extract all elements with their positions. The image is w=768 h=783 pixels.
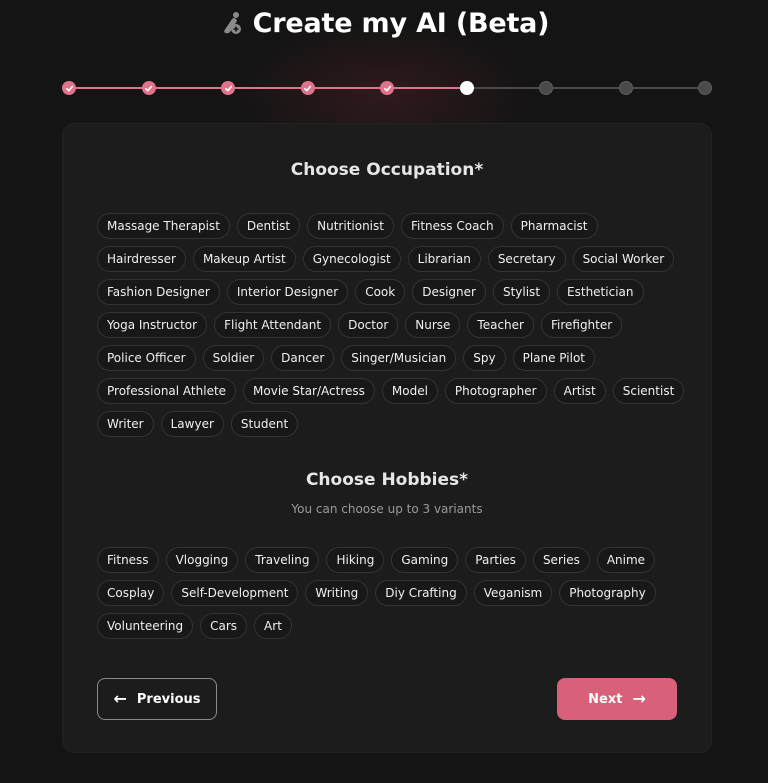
occupation-chip[interactable]: Pharmacist bbox=[510, 213, 598, 239]
occupation-chip[interactable]: Teacher bbox=[467, 312, 534, 338]
occupation-chip[interactable]: Yoga Instructor bbox=[97, 312, 208, 338]
occupation-chip[interactable]: Student bbox=[230, 411, 299, 437]
occupation-chip[interactable]: Interior Designer bbox=[226, 279, 349, 305]
occupation-chip[interactable]: Designer bbox=[412, 279, 486, 305]
occupation-chip[interactable]: Doctor bbox=[338, 312, 399, 338]
occupation-chip[interactable]: Movie Star/Actress bbox=[243, 378, 375, 404]
hobbies-options: Fitness Vlogging Traveling Hiking Gaming Part… bbox=[97, 547, 687, 639]
step-2-done bbox=[141, 81, 156, 95]
occupation-chip[interactable]: Makeup Artist bbox=[192, 246, 296, 272]
step-7-todo bbox=[539, 81, 553, 95]
hobbies-chip[interactable]: Photography bbox=[559, 580, 656, 606]
hobbies-chip[interactable]: Hiking bbox=[326, 547, 385, 573]
hobbies-chip[interactable]: Volunteering bbox=[97, 613, 194, 639]
occupation-chip[interactable]: Cook bbox=[355, 279, 406, 305]
occupation-title: Choose Occupation* bbox=[290, 160, 484, 180]
hobbies-chip[interactable]: Cosplay bbox=[97, 580, 165, 606]
occupation-chip[interactable]: Artist bbox=[553, 378, 606, 404]
occupation-chip[interactable]: Firefighter bbox=[540, 312, 623, 338]
previous-label: Previous bbox=[136, 691, 201, 707]
occupation-chip[interactable]: Scientist bbox=[612, 378, 685, 404]
stepper-connector bbox=[466, 87, 546, 89]
form-card: Choose Occupation* Massage Therapist Dent… bbox=[62, 123, 712, 753]
next-label: Next bbox=[588, 691, 623, 707]
check-icon bbox=[224, 85, 232, 91]
occupation-chip[interactable]: Librarian bbox=[407, 246, 481, 272]
hobbies-subtitle: You can choose up to 3 variants bbox=[291, 502, 483, 516]
next-button[interactable]: Next → bbox=[557, 678, 677, 720]
step-1-done bbox=[62, 81, 76, 95]
hobbies-chip[interactable]: Traveling bbox=[245, 547, 320, 573]
step-4-done bbox=[300, 81, 315, 95]
step-8-todo bbox=[618, 81, 633, 95]
occupation-chip[interactable]: Nurse bbox=[405, 312, 461, 338]
occupation-chip[interactable]: Secretary bbox=[487, 246, 566, 272]
hobbies-title: Choose Hobbies* bbox=[305, 470, 469, 490]
check-icon bbox=[65, 85, 73, 91]
hobbies-chip[interactable]: Veganism bbox=[473, 580, 553, 606]
hobbies-chip[interactable]: Art bbox=[254, 613, 292, 639]
occupation-chip[interactable]: Model bbox=[381, 378, 438, 404]
page-title: Create my AI (Beta) bbox=[252, 7, 550, 39]
occupation-chip[interactable]: Gynecologist bbox=[302, 246, 401, 272]
occupation-chip[interactable]: Fitness Coach bbox=[400, 213, 504, 239]
occupation-options: Massage Therapist Dentist Nutritionist Fitn… bbox=[97, 213, 687, 437]
hobbies-chip[interactable]: Series bbox=[532, 547, 590, 573]
occupation-chip[interactable]: Writer bbox=[97, 411, 154, 437]
progress-stepper bbox=[62, 81, 712, 95]
occupation-chip[interactable]: Stylist bbox=[492, 279, 551, 305]
occupation-chip[interactable]: Plane Pilot bbox=[512, 345, 595, 371]
occupation-chip[interactable]: Soldier bbox=[202, 345, 265, 371]
stepper-connector bbox=[148, 87, 228, 89]
hobbies-chip[interactable]: Vlogging bbox=[165, 547, 239, 573]
stepper-connector bbox=[307, 87, 387, 89]
hobbies-chip[interactable]: Gaming bbox=[391, 547, 459, 573]
hobbies-chip[interactable]: Writing bbox=[305, 580, 369, 606]
occupation-chip[interactable]: Flight Attendant bbox=[214, 312, 332, 338]
occupation-chip[interactable]: Lawyer bbox=[160, 411, 224, 437]
occupation-chip[interactable]: Social Worker bbox=[572, 246, 675, 272]
step-3-done bbox=[221, 81, 235, 95]
check-icon bbox=[144, 85, 153, 91]
page-header: Create my AI (Beta) bbox=[0, 5, 768, 41]
hobbies-chip[interactable]: Cars bbox=[200, 613, 248, 639]
edit-person-icon bbox=[219, 10, 245, 36]
hobbies-chip[interactable]: Self-Development bbox=[171, 580, 299, 606]
step-9-todo bbox=[698, 81, 712, 95]
check-icon bbox=[383, 85, 391, 91]
hobbies-chip[interactable]: Parties bbox=[465, 547, 526, 573]
arrow-right-icon: → bbox=[632, 689, 646, 708]
occupation-chip[interactable]: Dentist bbox=[236, 213, 301, 239]
occupation-chip[interactable]: Esthetician bbox=[557, 279, 644, 305]
step-6-current bbox=[459, 81, 474, 95]
stepper-connector bbox=[387, 87, 467, 89]
stepper-connector bbox=[625, 87, 705, 89]
occupation-chip[interactable]: Singer/Musician bbox=[341, 345, 457, 371]
occupation-chip[interactable]: Professional Athlete bbox=[97, 378, 237, 404]
occupation-chip[interactable]: Hairdresser bbox=[97, 246, 186, 272]
stepper-connector bbox=[69, 87, 149, 89]
step-5-done bbox=[380, 81, 394, 95]
occupation-chip[interactable]: Dancer bbox=[271, 345, 335, 371]
stepper-connector bbox=[546, 87, 626, 89]
occupation-chip[interactable]: Police Officer bbox=[97, 345, 196, 371]
arrow-left-icon: ← bbox=[113, 689, 127, 708]
previous-button[interactable]: ← Previous bbox=[97, 678, 217, 720]
occupation-chip[interactable]: Fashion Designer bbox=[97, 279, 220, 305]
occupation-chip[interactable]: Photographer bbox=[444, 378, 547, 404]
hobbies-chip[interactable]: Diy Crafting bbox=[375, 580, 467, 606]
occupation-chip[interactable]: Massage Therapist bbox=[97, 213, 230, 239]
check-icon bbox=[303, 85, 312, 91]
hobbies-chip[interactable]: Fitness bbox=[97, 547, 159, 573]
occupation-chip[interactable]: Spy bbox=[463, 345, 506, 371]
hobbies-chip[interactable]: Anime bbox=[596, 547, 656, 573]
stepper-connector bbox=[228, 87, 308, 89]
occupation-chip[interactable]: Nutritionist bbox=[307, 213, 394, 239]
